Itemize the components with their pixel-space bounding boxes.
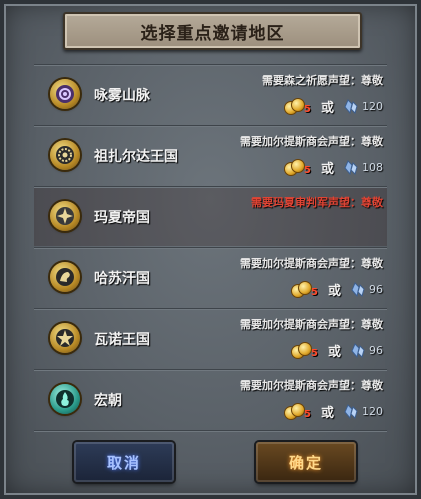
- divider: [34, 308, 387, 309]
- star-emblem-icon: [50, 323, 80, 353]
- spiral-emblem-icon: [50, 79, 80, 109]
- coin-icon: [284, 403, 306, 420]
- crystal-amount: 96: [369, 343, 383, 357]
- cost-options: 5 或 108: [284, 158, 383, 177]
- divider: [34, 247, 387, 248]
- divider: [34, 186, 387, 187]
- reputation-requirement: 需要加尔提斯商会声望：尊敬: [240, 257, 383, 270]
- cross-emblem-icon: [50, 201, 80, 231]
- or-label: 或: [320, 405, 334, 421]
- region-row-1[interactable]: 祖扎尔达王国 需要加尔提斯商会声望：尊敬 5 或 108: [34, 127, 387, 185]
- region-name: 咏雾山脉: [94, 88, 150, 104]
- region-row-4[interactable]: 瓦诺王国 需要加尔提斯商会声望：尊敬 5 或 96: [34, 310, 387, 368]
- title-plate: 选择重点邀请地区: [63, 12, 362, 50]
- crystal-icon: [344, 160, 358, 175]
- region-name: 哈苏汗国: [94, 271, 150, 287]
- coin-icon: [284, 159, 306, 176]
- crystal-amount: 108: [362, 160, 383, 174]
- region-row-5[interactable]: 宏朝 需要加尔提斯商会声望：尊敬 5 或 120: [34, 371, 387, 429]
- divider: [34, 430, 387, 431]
- region-name: 玛夏帝国: [94, 210, 150, 226]
- dialog-title: 选择重点邀请地区: [140, 23, 285, 44]
- or-label: 或: [320, 100, 334, 116]
- dialog-panel: 选择重点邀请地区 咏雾山脉 需要森之祈愿声望：尊敬 5 或 120 祖扎尔达王国…: [0, 0, 421, 499]
- reputation-requirement: 需要加尔提斯商会声望：尊敬: [240, 318, 383, 331]
- divider: [34, 125, 387, 126]
- reputation-requirement: 需要加尔提斯商会声望：尊敬: [240, 379, 383, 392]
- region-name: 瓦诺王国: [94, 332, 150, 348]
- or-label: 或: [327, 283, 341, 299]
- crystal-amount: 120: [362, 99, 383, 113]
- crystal-icon: [351, 282, 365, 297]
- beast-emblem-icon: [50, 262, 80, 292]
- reputation-requirement: 需要加尔提斯商会声望：尊敬: [240, 135, 383, 148]
- sun-gear-emblem-icon: [50, 140, 80, 170]
- reputation-requirement: 需要森之祈愿声望：尊敬: [262, 74, 383, 87]
- cost-options: 5 或 120: [284, 402, 383, 421]
- crystal-icon: [351, 343, 365, 358]
- crystal-icon: [344, 99, 358, 114]
- region-row-3[interactable]: 哈苏汗国 需要加尔提斯商会声望：尊敬 5 或 96: [34, 249, 387, 307]
- crystal-amount: 96: [369, 282, 383, 296]
- coin-icon: [291, 281, 313, 298]
- reputation-requirement: 需要玛夏审判军声望：尊敬: [251, 196, 383, 209]
- crystal-amount: 120: [362, 404, 383, 418]
- cancel-button[interactable]: 取消: [74, 442, 174, 482]
- divider: [34, 64, 387, 65]
- cost-options: 5 或 120: [284, 97, 383, 116]
- crystal-icon: [344, 404, 358, 419]
- region-row-0[interactable]: 咏雾山脉 需要森之祈愿声望：尊敬 5 或 120: [34, 66, 387, 124]
- flame-emblem-icon: [50, 384, 80, 414]
- coin-icon: [284, 98, 306, 115]
- divider: [34, 369, 387, 370]
- region-name: 宏朝: [94, 393, 122, 409]
- coin-icon: [291, 342, 313, 359]
- confirm-button[interactable]: 确定: [256, 442, 356, 482]
- region-row-2[interactable]: 玛夏帝国 需要玛夏审判军声望：尊敬: [34, 188, 387, 246]
- or-label: 或: [320, 161, 334, 177]
- region-name: 祖扎尔达王国: [94, 149, 178, 165]
- cost-options: 5 或 96: [291, 341, 383, 360]
- cost-options: 5 或 96: [291, 280, 383, 299]
- or-label: 或: [327, 344, 341, 360]
